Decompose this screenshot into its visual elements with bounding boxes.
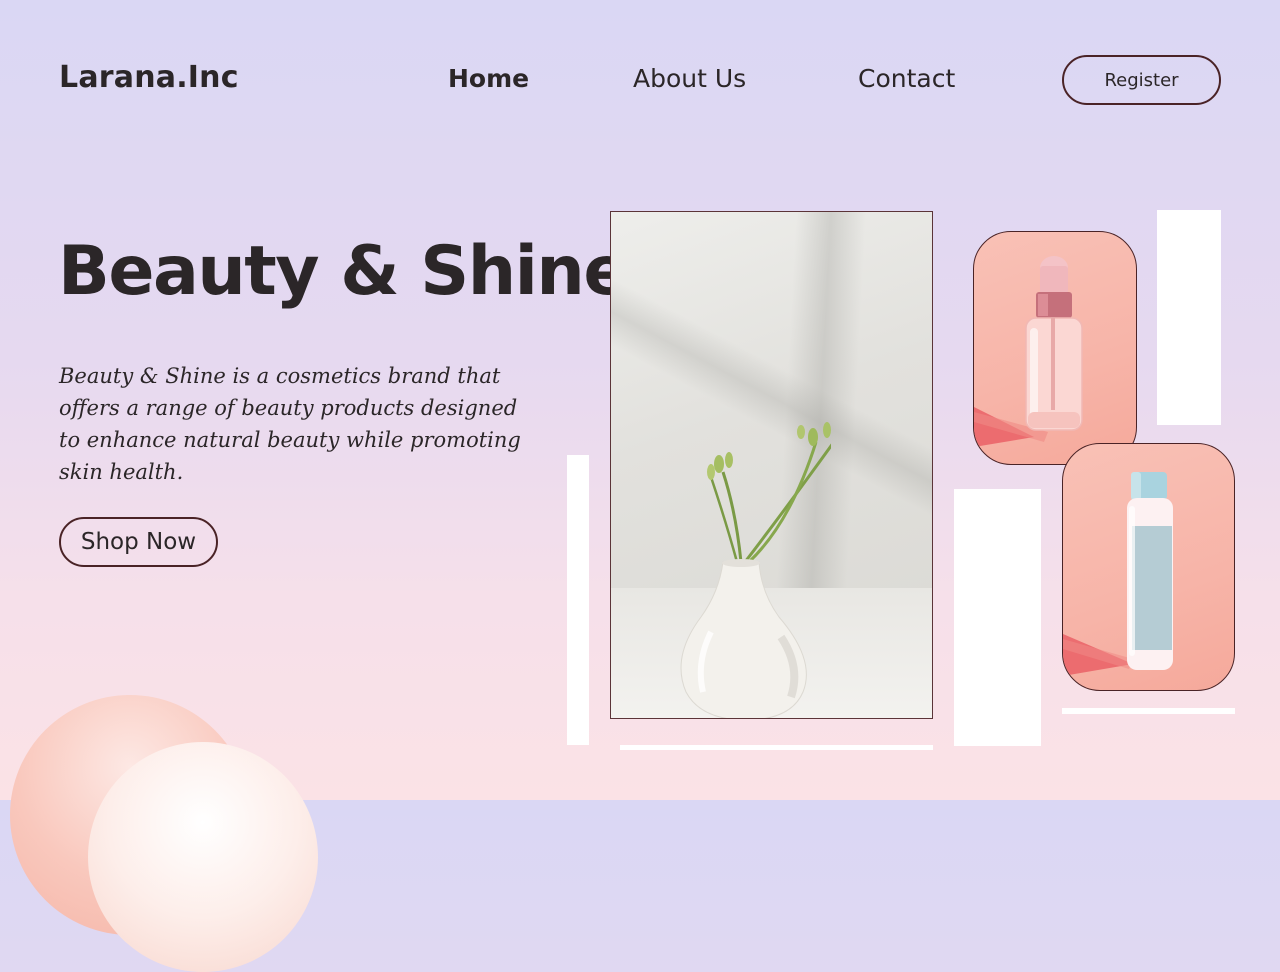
decor-bar-middle bbox=[954, 489, 1041, 746]
vase-with-flowers-image bbox=[680, 422, 831, 718]
brand-logo[interactable]: Larana.Inc bbox=[59, 60, 239, 95]
serum-bottle-image bbox=[974, 256, 1083, 447]
hero-description: Beauty & Shine is a cosmetics brand that… bbox=[59, 364, 521, 484]
decor-bar-bottom-right bbox=[1062, 708, 1235, 714]
lotion-bottle-image bbox=[1063, 472, 1173, 676]
decor-circle-light bbox=[88, 742, 318, 972]
vase-photo bbox=[610, 211, 933, 719]
serum-product-card[interactable] bbox=[973, 231, 1137, 465]
lotion-product-card[interactable] bbox=[1062, 443, 1235, 691]
decor-bar-left bbox=[567, 455, 589, 745]
nav-home-link[interactable]: Home bbox=[448, 64, 529, 93]
register-button[interactable]: Register bbox=[1062, 55, 1221, 105]
hero-title: Beauty & Shine bbox=[58, 232, 629, 311]
nav-about-link[interactable]: About Us bbox=[633, 64, 746, 93]
decor-bar-top-right bbox=[1157, 210, 1221, 425]
decor-bar-bottom bbox=[620, 745, 933, 750]
nav-contact-link[interactable]: Contact bbox=[858, 64, 955, 93]
shop-now-button[interactable]: Shop Now bbox=[59, 517, 218, 567]
